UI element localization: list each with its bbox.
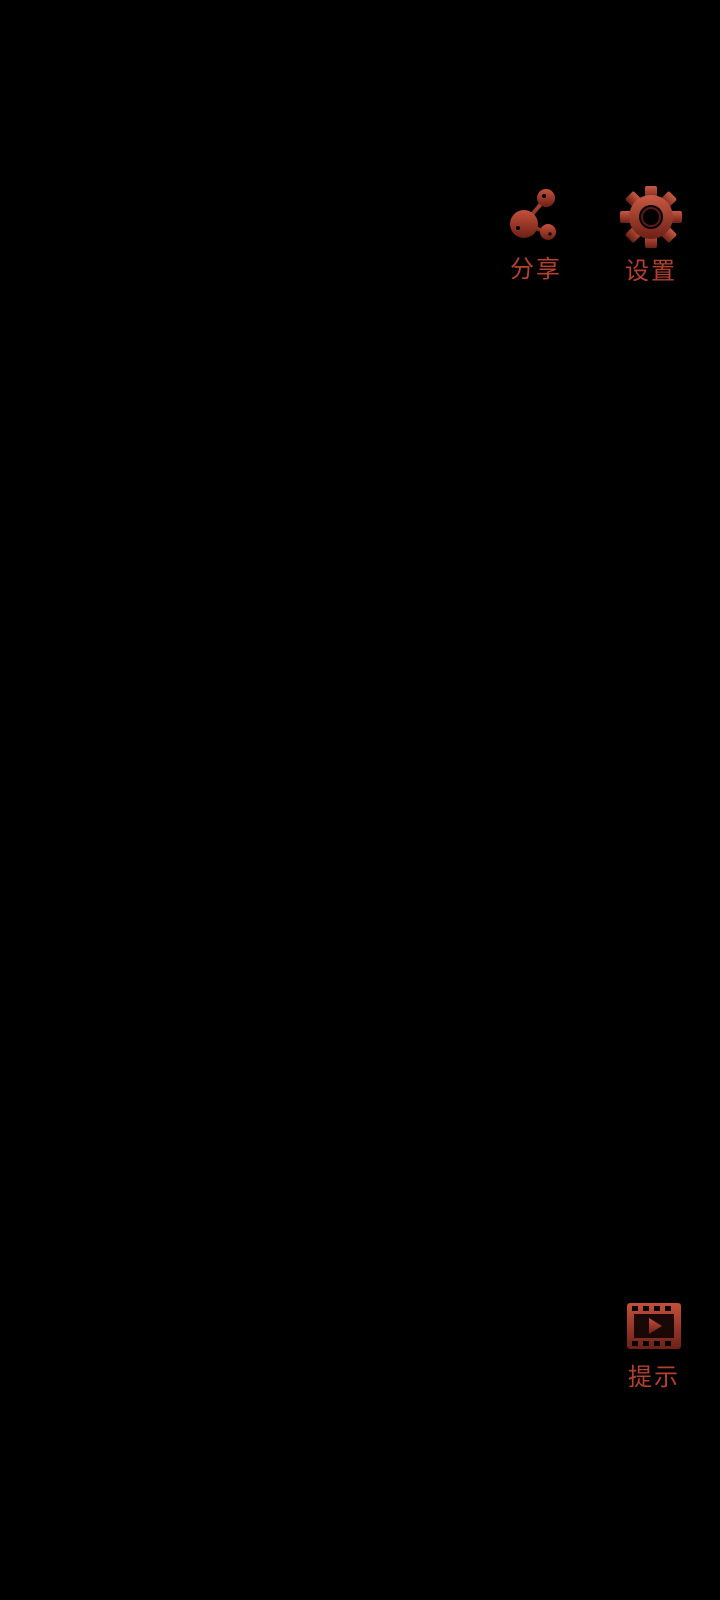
settings-button[interactable]: 设置 [618,184,684,286]
hint-label: 提示 [628,1363,680,1391]
share-icon [510,189,556,240]
share-button[interactable]: 分享 [508,186,564,284]
video-play-icon [627,1303,681,1349]
settings-label: 设置 [625,257,677,285]
gear-icon [620,186,682,248]
hint-button[interactable]: 提示 [626,1302,682,1392]
game-screen[interactable]: 分享 设置 提示 [0,0,720,1600]
share-label: 分享 [510,255,562,283]
